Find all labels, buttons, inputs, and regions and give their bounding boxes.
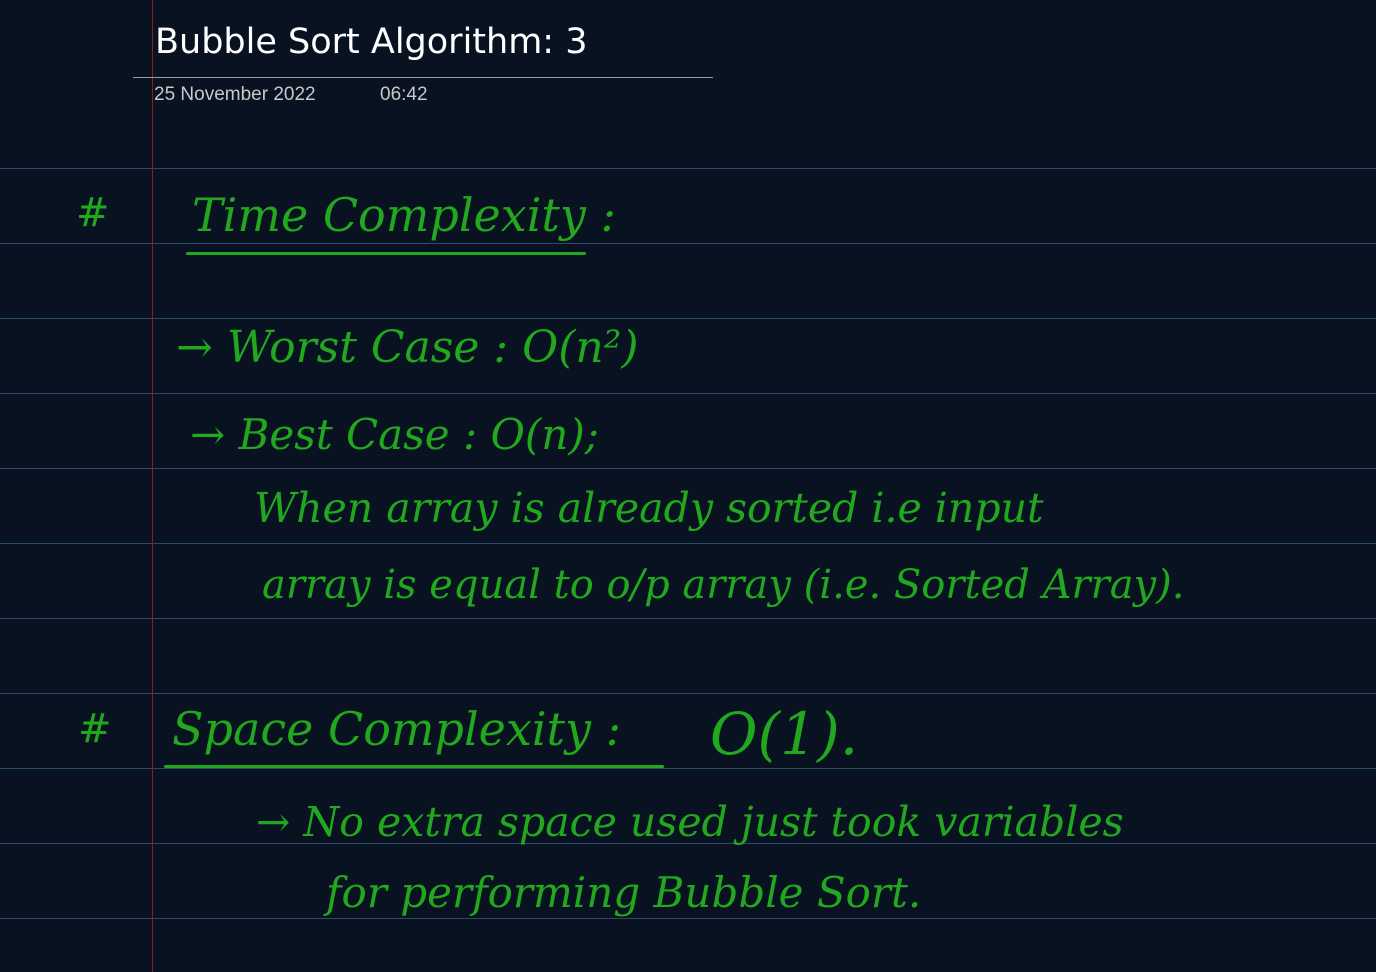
rule-line — [0, 768, 1376, 769]
best-case-note-line-2: array is equal to o/p array (i.e. Sorted… — [262, 562, 1185, 608]
best-case-note-line-1: When array is already sorted i.e input — [254, 484, 1044, 532]
rule-line — [0, 618, 1376, 619]
space-note-line-1: → No extra space used just took variable… — [256, 798, 1124, 846]
space-note-line-2: for performing Bubble Sort. — [326, 868, 922, 917]
space-complexity-value: O(1). — [710, 700, 859, 768]
worst-case-line: → Worst Case : O(n²) — [176, 322, 639, 373]
space-heading-bullet: # — [78, 706, 112, 752]
margin-line — [152, 0, 153, 972]
notebook-page: Bubble Sort Algorithm: 3 25 November 202… — [0, 0, 1376, 972]
space-heading-underline — [164, 765, 664, 768]
time-heading-underline — [186, 252, 586, 255]
page-title[interactable]: Bubble Sort Algorithm: 3 — [155, 22, 587, 62]
rule-line — [0, 318, 1376, 319]
rule-line — [0, 543, 1376, 544]
rule-line — [0, 393, 1376, 394]
rule-line — [0, 693, 1376, 694]
rule-line — [0, 918, 1376, 919]
best-case-line: → Best Case : O(n); — [190, 410, 599, 459]
time-complexity-heading: Time Complexity : — [192, 188, 616, 242]
time-heading-bullet: # — [76, 190, 110, 236]
rule-line — [0, 243, 1376, 244]
rule-line — [0, 168, 1376, 169]
page-date: 25 November 2022 — [154, 84, 316, 105]
space-complexity-heading: Space Complexity : — [172, 702, 622, 756]
title-underline — [133, 77, 713, 78]
page-time: 06:42 — [380, 84, 428, 105]
rule-line — [0, 468, 1376, 469]
